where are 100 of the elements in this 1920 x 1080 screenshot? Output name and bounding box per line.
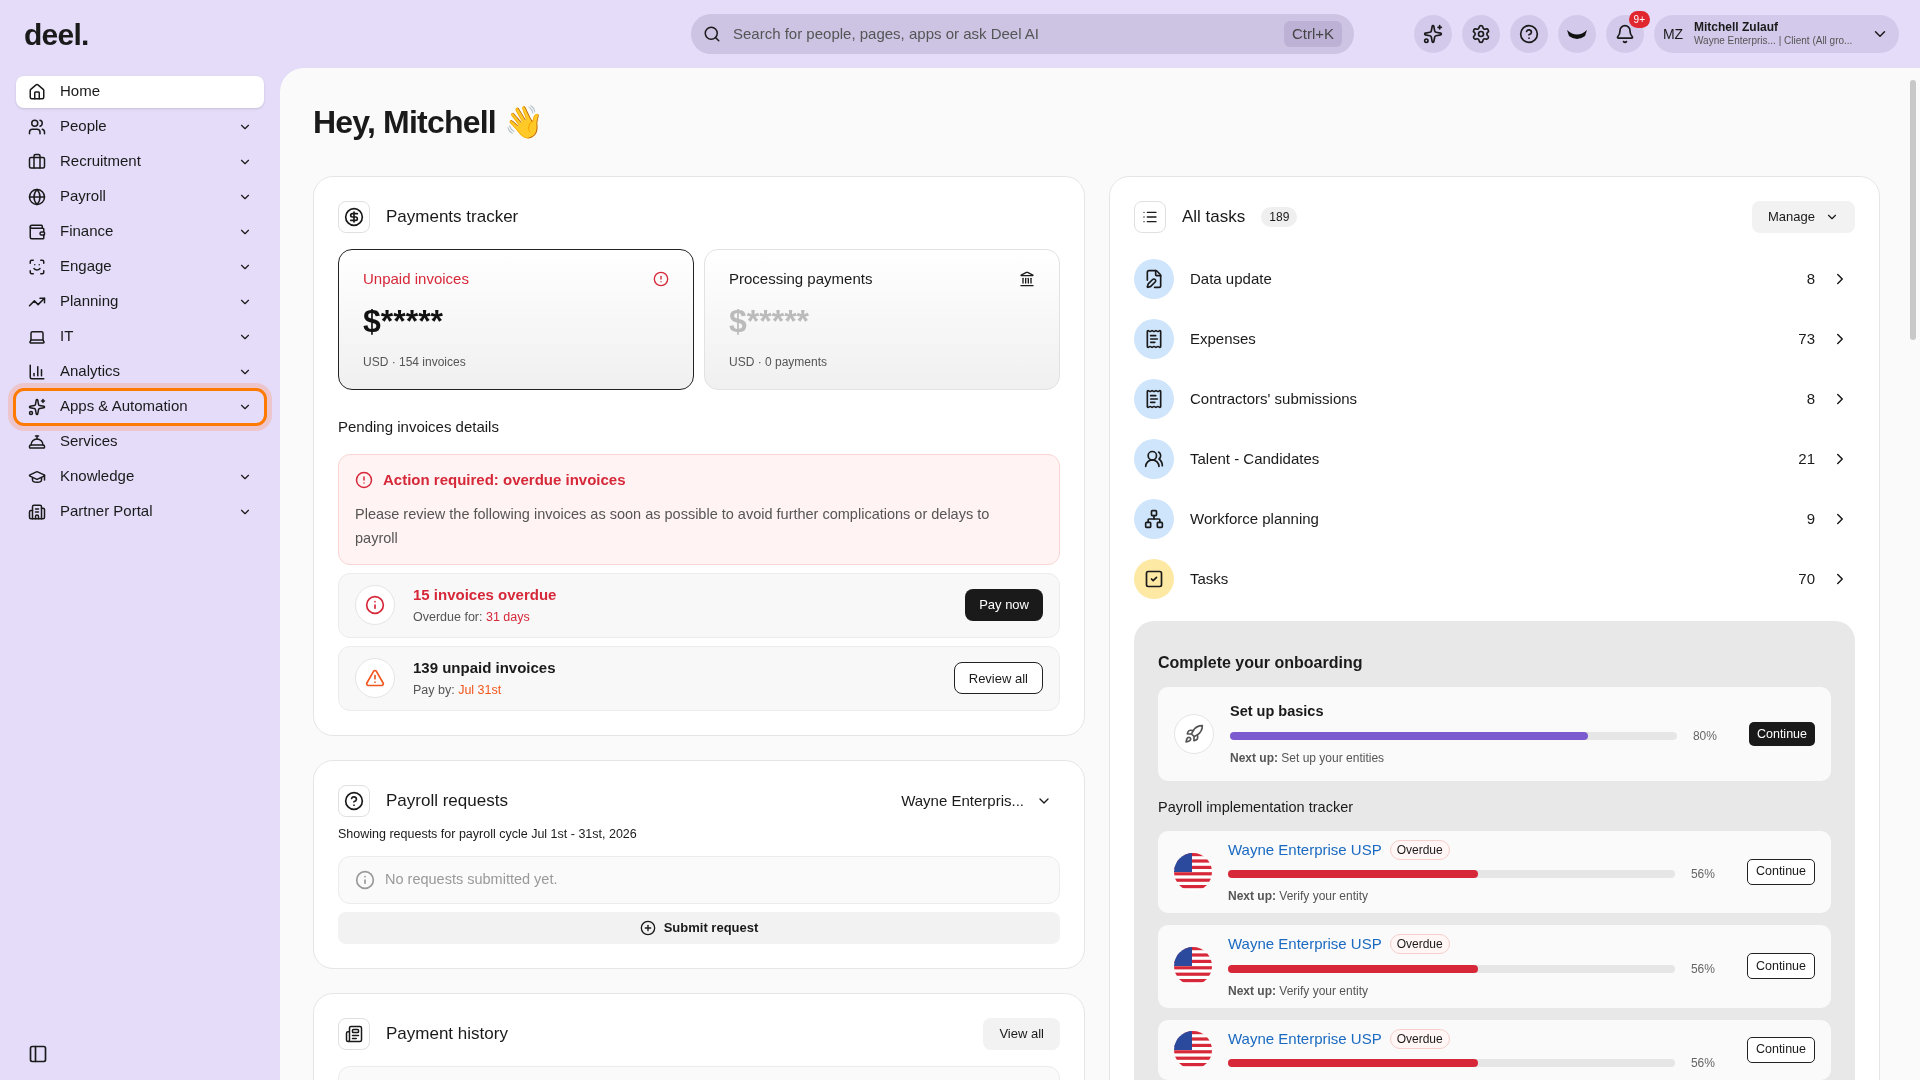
service-bell-icon xyxy=(28,432,46,451)
search-input[interactable]: Search for people, pages, apps or ask Deel AI xyxy=(733,22,1272,46)
globe-icon xyxy=(28,187,46,206)
next-up: Next up: Verify your entity xyxy=(1228,982,1370,1000)
sidebar-item[interactable]: IT xyxy=(16,320,264,353)
flag-icon xyxy=(1174,1030,1212,1069)
view-all-button[interactable]: View all xyxy=(983,1017,1060,1050)
task-row[interactable]: Contractors' submissions 8 xyxy=(1134,379,1855,419)
task-row[interactable]: Talent - Candidates 21 xyxy=(1134,439,1855,479)
sidebar-item[interactable]: Home xyxy=(16,75,264,108)
list-icon xyxy=(1134,201,1166,233)
continue-button[interactable]: Continue xyxy=(1746,858,1815,885)
sidebar-toggle-icon[interactable] xyxy=(28,1044,48,1064)
task-count: 73 xyxy=(1798,328,1815,349)
settings-icon xyxy=(1471,24,1491,44)
summary-label: Processing payments xyxy=(729,269,873,289)
notifications-button[interactable] xyxy=(1606,15,1644,53)
bank-icon xyxy=(1019,271,1035,288)
sidebar-item[interactable]: Apps & Automation xyxy=(16,390,264,423)
user-role: Wayne Enterpris... | Client (All gro... xyxy=(1694,35,1854,48)
dollar-icon xyxy=(338,201,370,233)
eye-closed-button[interactable] xyxy=(1558,15,1596,53)
status-badge: Overdue xyxy=(1389,934,1450,955)
task-label: Tasks xyxy=(1190,568,1230,589)
amount: $***** xyxy=(729,301,811,341)
sidebar-item[interactable]: Recruitment xyxy=(16,145,264,178)
task-row[interactable]: Data update 8 xyxy=(1134,259,1855,299)
sidebar-item[interactable]: Knowledge xyxy=(16,460,264,493)
amount: $***** xyxy=(363,301,445,341)
entity-link[interactable]: Wayne Enterprise USP xyxy=(1228,1027,1382,1050)
pay-now-button[interactable]: Pay now xyxy=(965,589,1043,622)
people-icon xyxy=(28,117,46,136)
submit-request-button[interactable]: Submit request xyxy=(338,911,1060,944)
help-button[interactable] xyxy=(1510,15,1548,53)
continue-button[interactable]: Continue xyxy=(1748,721,1815,746)
section-title: Complete your onboarding xyxy=(1158,653,1364,673)
task-row[interactable]: Workforce planning 9 xyxy=(1134,499,1855,539)
account-menu[interactable]: MZ Mitchell Zulauf Wayne Enterpris... | Client (All gro... xyxy=(1654,15,1899,53)
item-title: Set up basics xyxy=(1230,702,1325,721)
section-title: Payroll implementation tracker xyxy=(1158,797,1355,817)
sidebar-item[interactable]: Finance xyxy=(16,215,264,248)
task-count: 8 xyxy=(1806,268,1815,289)
closed-eye-icon xyxy=(1566,27,1588,41)
next-up: Next up: Set up your entities xyxy=(1230,749,1386,767)
percent: 56% xyxy=(1689,960,1715,978)
sidebar-item[interactable]: People xyxy=(16,110,264,143)
plus-icon xyxy=(639,919,656,936)
summary-meta: USD · 0 payments xyxy=(729,353,829,371)
question-icon xyxy=(338,785,370,817)
info-icon xyxy=(355,869,375,890)
settings-button[interactable] xyxy=(1462,15,1500,53)
rocket-icon xyxy=(1174,713,1214,754)
notification-badge: 9+ xyxy=(1628,11,1650,28)
home-icon xyxy=(28,82,46,101)
task-row[interactable]: Tasks 70 xyxy=(1134,559,1855,599)
task-count: 21 xyxy=(1798,448,1815,469)
summary-meta: USD · 154 invoices xyxy=(363,353,467,371)
entity-link[interactable]: Wayne Enterprise USP xyxy=(1228,933,1382,956)
card-title: All tasks xyxy=(1182,206,1246,229)
search-icon xyxy=(703,25,721,43)
alert-text: Please review the following invoices as soon as possible to avoid further complications or delays to payroll xyxy=(355,504,991,548)
task-count: 8 xyxy=(1806,388,1815,409)
row-detail: Pay by: Jul 31st xyxy=(413,682,503,700)
logo[interactable]: deel. xyxy=(24,17,89,51)
entity-link[interactable]: Wayne Enterprise USP xyxy=(1228,838,1382,861)
review-all-button[interactable]: Review all xyxy=(953,662,1043,695)
task-label: Expenses xyxy=(1190,328,1257,349)
alert-icon xyxy=(653,271,669,288)
sidebar-item[interactable]: Payroll xyxy=(16,180,264,213)
user-name: Mitchell Zulauf xyxy=(1694,20,1779,36)
task-label: Talent - Candidates xyxy=(1190,448,1321,469)
card-title: Payroll requests xyxy=(386,790,509,813)
section-title: Pending invoices details xyxy=(338,416,500,437)
manage-button[interactable]: Manage xyxy=(1752,201,1855,233)
percent: 56% xyxy=(1689,1055,1715,1072)
entity-dropdown[interactable]: Wayne Enterpris... xyxy=(901,789,1060,813)
summary-card[interactable]: Processing payments $***** USD · 0 payments xyxy=(704,249,1060,390)
percent: 80% xyxy=(1691,727,1717,745)
sidebar-item[interactable]: Partner Portal xyxy=(16,495,264,528)
next-up: Next up: Verify your entity xyxy=(1228,888,1370,905)
sidebar-item[interactable]: Planning xyxy=(16,285,264,318)
percent: 56% xyxy=(1689,866,1715,883)
warning-icon xyxy=(365,668,385,689)
sidebar-item[interactable]: Analytics xyxy=(16,355,264,388)
card-title: Payments tracker xyxy=(386,206,519,229)
search-field[interactable]: Search for people, pages, apps or ask Deel AI Ctrl+K xyxy=(691,14,1354,54)
task-row[interactable]: Expenses 73 xyxy=(1134,319,1855,359)
shortcut-key: Ctrl+K xyxy=(1283,20,1342,48)
summary-card[interactable]: Unpaid invoices $***** USD · 154 invoices xyxy=(338,249,694,390)
row-title: 139 unpaid invoices xyxy=(413,657,557,678)
alert-title: Action required: overdue invoices xyxy=(383,470,626,490)
continue-button[interactable]: Continue xyxy=(1746,1036,1815,1063)
continue-button[interactable]: Continue xyxy=(1746,953,1815,980)
sparkle-button[interactable] xyxy=(1414,15,1452,53)
sidebar-item[interactable]: Engage xyxy=(16,250,264,283)
card-title: Payment history xyxy=(386,1023,509,1045)
count-badge: 189 xyxy=(1261,207,1298,227)
sparkle-icon xyxy=(1423,24,1443,44)
greeting: Hey, Mitchell 👋 xyxy=(313,103,545,142)
sidebar-item[interactable]: Services xyxy=(16,425,264,458)
